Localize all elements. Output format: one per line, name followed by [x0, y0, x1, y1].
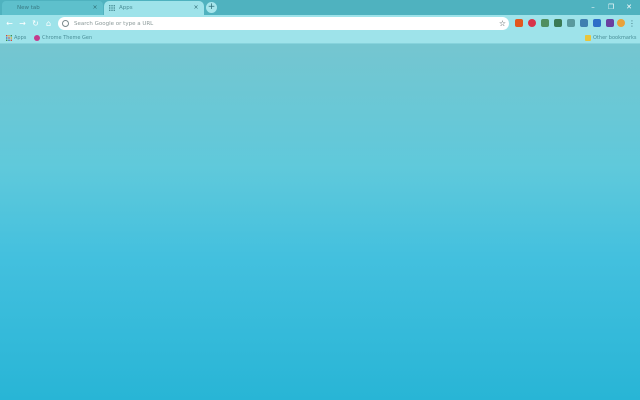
extension-6-icon[interactable] [580, 19, 588, 27]
back-button[interactable]: ← [4, 18, 15, 29]
home-button[interactable]: ⌂ [43, 18, 54, 29]
tab-new-tab[interactable]: New tab × [2, 1, 103, 15]
bookmark-apps[interactable]: Apps [6, 34, 26, 42]
theme-gen-icon [34, 35, 40, 41]
bookmark-label: Apps [14, 35, 27, 41]
google-icon [62, 20, 69, 27]
reload-button[interactable]: ↻ [30, 18, 41, 29]
address-input[interactable] [74, 18, 474, 29]
bookmark-label: Other bookmarks [593, 35, 637, 41]
extension-5-icon[interactable] [567, 19, 575, 27]
new-tab-button[interactable]: + [206, 2, 217, 13]
bookmarks-bar: Apps Chrome Theme Gen Other bookmarks [0, 32, 640, 44]
extension-4-icon[interactable] [554, 19, 562, 27]
extension-7-icon[interactable] [593, 19, 601, 27]
restore-button[interactable]: ❐ [602, 0, 620, 14]
omnibox[interactable]: ☆ [58, 17, 509, 30]
bookmark-star-icon[interactable]: ☆ [499, 18, 506, 29]
new-tab-page-background [0, 44, 640, 400]
bookmark-label: Chrome Theme Gen [42, 35, 93, 41]
extension-3-icon[interactable] [541, 19, 549, 27]
tab-title: Apps [119, 5, 133, 11]
tab-apps[interactable]: Apps × [104, 1, 204, 15]
folder-icon [585, 35, 591, 41]
bookmark-chrome-theme-gen[interactable]: Chrome Theme Gen [34, 34, 92, 42]
minimize-button[interactable]: – [584, 0, 602, 14]
apps-grid-icon [6, 35, 12, 41]
close-tab-icon[interactable]: × [92, 5, 98, 11]
extension-8-icon[interactable] [606, 19, 614, 27]
toolbar: ← → ↻ ⌂ ☆ ⋮ [0, 15, 640, 32]
close-tab-icon[interactable]: × [193, 5, 199, 11]
tab-favicon-icon [7, 5, 13, 11]
forward-button[interactable]: → [17, 18, 28, 29]
profile-avatar[interactable] [617, 19, 625, 27]
other-bookmarks[interactable]: Other bookmarks [585, 34, 636, 42]
apps-grid-icon [109, 5, 115, 11]
tab-strip: New tab × Apps × + – ❐ ✕ [0, 0, 640, 15]
extension-2-icon[interactable] [528, 19, 536, 27]
tab-title: New tab [17, 5, 40, 11]
menu-icon[interactable]: ⋮ [628, 18, 636, 29]
close-window-button[interactable]: ✕ [620, 0, 638, 14]
extension-1-icon[interactable] [515, 19, 523, 27]
